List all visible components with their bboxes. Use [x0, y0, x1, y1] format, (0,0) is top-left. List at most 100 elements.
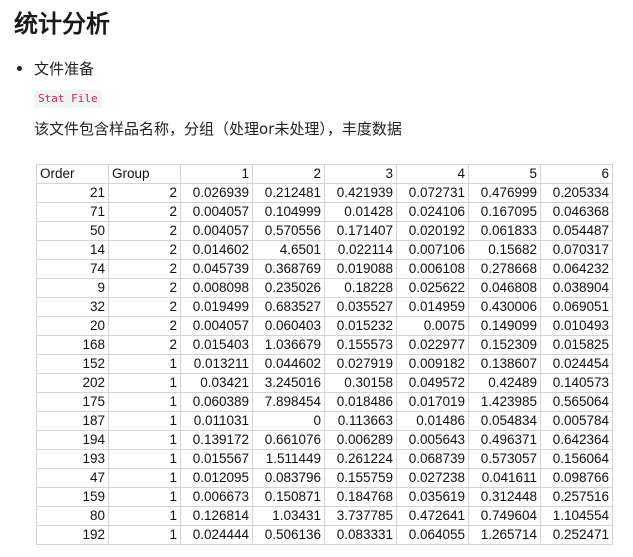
- table-cell: 0.054487: [540, 221, 613, 241]
- table-cell: 0.368769: [252, 259, 325, 279]
- table-cell: 0.013211: [180, 354, 253, 374]
- table-cell: 187: [36, 411, 109, 431]
- table-cell: 14: [36, 240, 109, 260]
- table-cell: 0.044602: [252, 354, 325, 374]
- table-cell: 2: [108, 221, 181, 241]
- table-cell: 2: [108, 259, 181, 279]
- table-cell: 1.104554: [540, 506, 613, 526]
- table-cell: 1.03431: [252, 506, 325, 526]
- table-cell: 0.011031: [180, 411, 253, 431]
- table-cell: 0.019499: [180, 297, 253, 317]
- table-cell: 0.496371: [468, 430, 541, 450]
- table-cell: 0.140573: [540, 373, 613, 393]
- table-row: 47 1 0.012095 0.083796 0.155759 0.027238 0.041…: [36, 468, 613, 488]
- table-cell: 0.010493: [540, 316, 613, 336]
- table-cell: 0.064055: [396, 525, 469, 545]
- table-cell: 0.30158: [324, 373, 397, 393]
- table-cell: 0.019088: [324, 259, 397, 279]
- table-cell: 0.022977: [396, 335, 469, 355]
- table-cell: 2: [108, 240, 181, 260]
- table-cell: 0.038904: [540, 278, 613, 298]
- table-cell: 47: [36, 468, 109, 488]
- table-cell: 20: [36, 316, 109, 336]
- table-cell: 1: [108, 392, 181, 412]
- table-cell: 0.045739: [180, 259, 253, 279]
- table-cell: 0.472641: [396, 506, 469, 526]
- table-cell: 2: [108, 335, 181, 355]
- table-row: 159 1 0.006673 0.150871 0.184768 0.035619 0.31…: [36, 487, 613, 507]
- table-cell: 0.004057: [180, 221, 253, 241]
- table-cell: 0.007106: [396, 240, 469, 260]
- table-cell: 0.072731: [396, 183, 469, 203]
- table-cell: 168: [36, 335, 109, 355]
- table-cell: 0.0075: [396, 316, 469, 336]
- table-cell: 0.139172: [180, 430, 253, 450]
- bullet-dot-icon: [17, 65, 22, 71]
- table-cell: 9: [36, 278, 109, 298]
- table-cell: 0.046368: [540, 202, 613, 222]
- table-cell: 3.245016: [252, 373, 325, 393]
- table-cell: 0.573057: [468, 449, 541, 469]
- table-row: 80 1 0.126814 1.03431 3.737785 0.472641 0.7496…: [36, 506, 613, 526]
- table-cell: 0.025622: [396, 278, 469, 298]
- table-cell: 0.149099: [468, 316, 541, 336]
- table-cell: 0.012095: [180, 468, 253, 488]
- table-cell: 194: [36, 430, 109, 450]
- table-cell: 0.252471: [540, 525, 613, 545]
- table-cell: 2: [108, 183, 181, 203]
- table-cell: 0.006108: [396, 259, 469, 279]
- table-cell: 0.005784: [540, 411, 613, 431]
- table-cell: 0.068739: [396, 449, 469, 469]
- table-cell: 0.476999: [468, 183, 541, 203]
- table-cell: 0.03421: [180, 373, 253, 393]
- table-cell: 0.014959: [396, 297, 469, 317]
- column-header: 5: [468, 164, 541, 184]
- table-cell: 159: [36, 487, 109, 507]
- table-cell: 0.15682: [468, 240, 541, 260]
- table-row: 175 1 0.060389 7.898454 0.018486 0.017019 1.42…: [36, 392, 613, 412]
- table-header-row: Order Group 1 2 3 4 5 6: [36, 164, 613, 184]
- table-cell: 2: [108, 297, 181, 317]
- table-row: 32 2 0.019499 0.683527 0.035527 0.014959 0.430…: [36, 297, 613, 317]
- table-cell: 0.024454: [540, 354, 613, 374]
- table-cell: 0.035619: [396, 487, 469, 507]
- table-cell: 152: [36, 354, 109, 374]
- table-cell: 0.42489: [468, 373, 541, 393]
- table-cell: 202: [36, 373, 109, 393]
- table-cell: 0.205334: [540, 183, 613, 203]
- table-cell: 0.069051: [540, 297, 613, 317]
- table-cell: 0.046808: [468, 278, 541, 298]
- column-header: 3: [324, 164, 397, 184]
- table-cell: 0.061833: [468, 221, 541, 241]
- data-table: Order Group 1 2 3 4 5 6 21 2 0.026939 0.212481 0.42…: [36, 164, 613, 545]
- table-cell: 0.155759: [324, 468, 397, 488]
- table-cell: 0.235026: [252, 278, 325, 298]
- table-cell: 1.036679: [252, 335, 325, 355]
- table-cell: 0.004057: [180, 202, 253, 222]
- data-table-container: Order Group 1 2 3 4 5 6 21 2 0.026939 0.212481 0.42…: [36, 164, 614, 557]
- table-row: 14 2 0.014602 4.6501 0.022114 0.007106 0.15682…: [36, 240, 613, 260]
- table-cell: 1: [108, 354, 181, 374]
- description-text: 该文件包含样品名称，分组（处理or未处理），丰度数据: [34, 120, 402, 138]
- table-cell: 2: [108, 316, 181, 336]
- table-row: 202 1 0.03421 3.245016 0.30158 0.049572 0.4248…: [36, 373, 613, 393]
- table-cell: 0.041611: [468, 468, 541, 488]
- table-cell: 0.212481: [252, 183, 325, 203]
- table-cell: 0.005643: [396, 430, 469, 450]
- table-cell: 0.104999: [252, 202, 325, 222]
- table-cell: 1: [108, 449, 181, 469]
- bullet-label: 文件准备: [34, 59, 95, 78]
- table-cell: 0.167095: [468, 202, 541, 222]
- table-cell: 0.749604: [468, 506, 541, 526]
- table-cell: 0.661076: [252, 430, 325, 450]
- table-cell: 0.027919: [324, 354, 397, 374]
- table-cell: 0.024444: [180, 525, 253, 545]
- table-cell: 1: [108, 525, 181, 545]
- table-cell: 1.423985: [468, 392, 541, 412]
- table-cell: 193: [36, 449, 109, 469]
- table-cell: 0.064232: [540, 259, 613, 279]
- table-cell: 0.009182: [396, 354, 469, 374]
- table-cell: 0.278668: [468, 259, 541, 279]
- column-header: 2: [252, 164, 325, 184]
- table-cell: 0.098766: [540, 468, 613, 488]
